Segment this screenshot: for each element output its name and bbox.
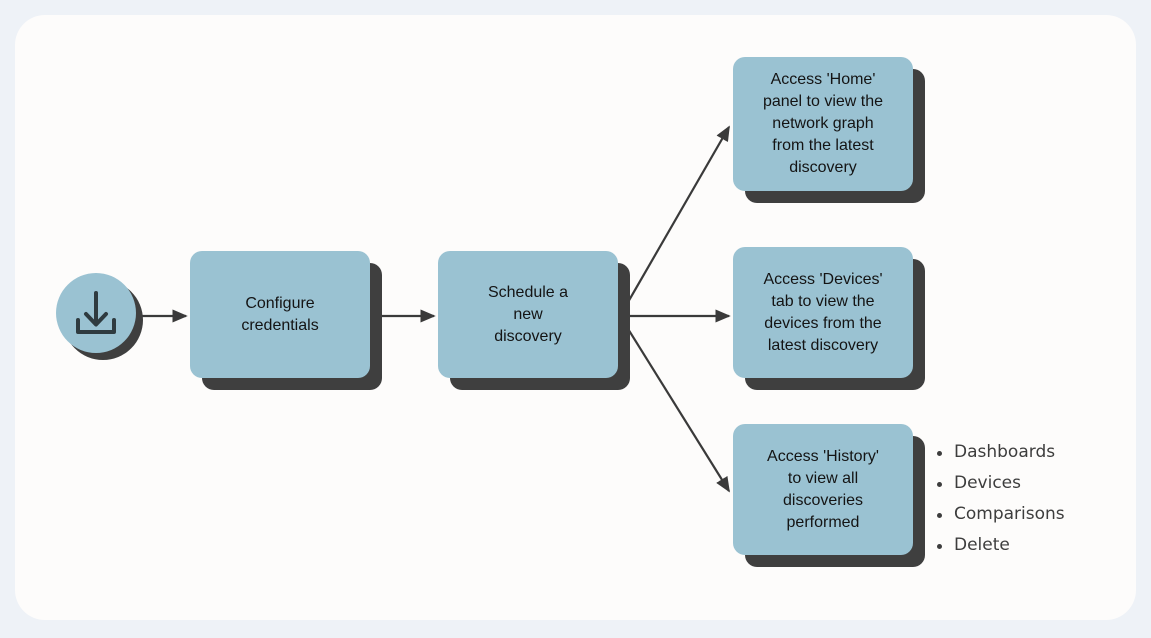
node-face: Configure credentials [190,251,370,378]
node-face: Schedule a new discovery [438,251,618,378]
history-actions-list: Dashboards Devices Comparisons Delete [930,437,1065,561]
list-item[interactable]: Comparisons [930,499,1065,530]
diagram-canvas: Configure credentials Schedule a new dis… [0,0,1151,638]
node-configure-credentials[interactable]: Configure credentials [190,251,382,390]
node-face: Access 'History' to view all discoveries… [733,424,913,555]
node-face: Access 'Home' panel to view the network … [733,57,913,191]
download-icon [76,291,116,334]
list-item[interactable]: Delete [930,530,1065,561]
node-label: Access 'Home' panel to view the network … [762,71,884,176]
node-label: Access 'History' to view all discoveries… [767,447,879,531]
start-node[interactable] [56,273,143,360]
node-access-home-panel[interactable]: Access 'Home' panel to view the network … [733,57,925,203]
list-item[interactable]: Dashboards [930,437,1065,468]
node-label: Access 'Devices' tab to view the devices… [763,270,883,354]
node-access-devices-tab[interactable]: Access 'Devices' tab to view the devices… [733,247,925,390]
list-item[interactable]: Devices [930,468,1065,499]
node-access-history[interactable]: Access 'History' to view all discoveries… [733,424,925,567]
node-label: Schedule a new discovery [487,283,569,345]
node-face: Access 'Devices' tab to view the devices… [733,247,913,378]
node-schedule-new-discovery[interactable]: Schedule a new discovery [438,251,630,390]
node-label: Configure credentials [241,294,319,334]
